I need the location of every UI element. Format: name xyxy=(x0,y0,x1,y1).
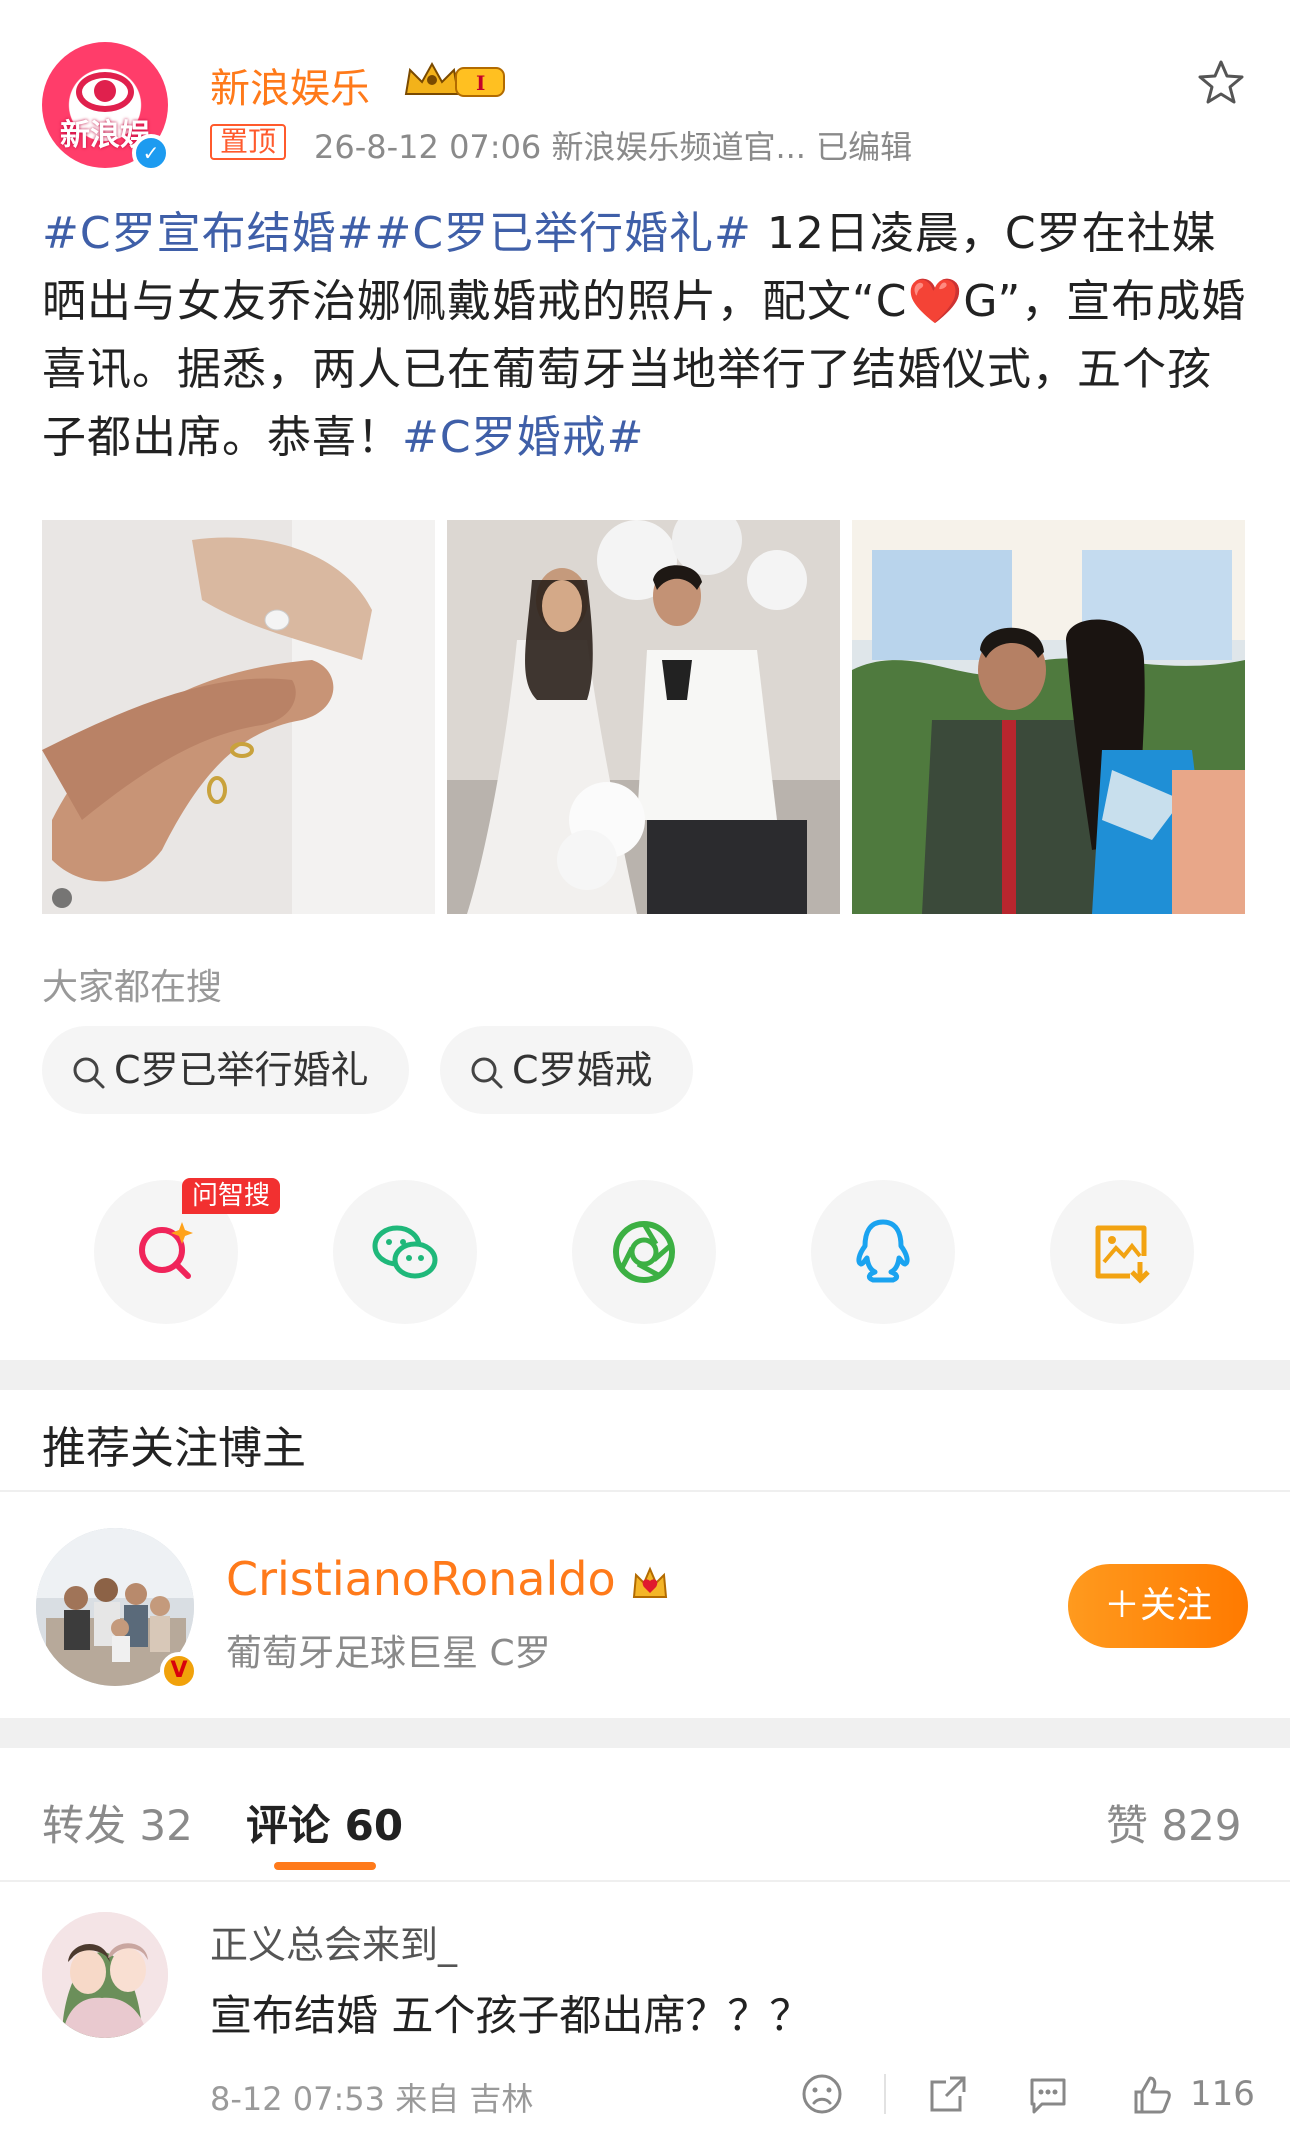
wechat-share-button[interactable] xyxy=(333,1180,477,1324)
save-image-icon xyxy=(1095,1225,1150,1284)
favorite-star-icon[interactable] xyxy=(1196,58,1246,108)
verified-badge: V xyxy=(160,1652,198,1690)
moments-share-button[interactable] xyxy=(572,1180,716,1324)
zhisou-badge: 问智搜 xyxy=(182,1178,281,1214)
divider xyxy=(0,1880,1290,1882)
recommend-title: 推荐关注博主 xyxy=(42,1423,306,1474)
search-chip-label: C罗婚戒 xyxy=(512,1048,653,1092)
wedding-couple-photo[interactable] xyxy=(447,520,840,914)
wechat-icon xyxy=(372,1225,438,1279)
reply-icon[interactable] xyxy=(1026,2072,1070,2116)
pinned-badge: 置顶 xyxy=(210,124,287,160)
photo-grid xyxy=(42,520,1246,914)
dislike-face-icon[interactable] xyxy=(800,2072,844,2116)
vip-crown-icon: I xyxy=(404,61,505,97)
publisher-name[interactable]: 新浪娱乐 xyxy=(210,56,370,114)
recommended-user-desc: 葡萄牙足球巨星 C罗 xyxy=(226,1633,551,1674)
verified-badge-icon: ✓ xyxy=(132,134,170,172)
share-icon[interactable] xyxy=(926,2072,970,2116)
save-image-button[interactable] xyxy=(1050,1180,1194,1324)
vip-crown-icon xyxy=(633,1565,668,1598)
heart-emoji: ❤️ xyxy=(907,276,964,327)
comment-text: 宣布结婚 五个孩子都出席？？？ xyxy=(210,1991,812,2040)
qq-icon xyxy=(856,1219,910,1283)
tab-like[interactable]: 赞 829 xyxy=(1106,1792,1242,1853)
commenter-avatar[interactable] xyxy=(42,1912,168,2038)
section-divider xyxy=(0,1718,1290,1748)
follow-button[interactable]: ＋关注 xyxy=(1068,1564,1248,1648)
hashtag-link[interactable]: #C罗宣布结婚##C罗已举行婚礼# xyxy=(42,208,752,259)
search-chip[interactable]: C罗已举行婚礼 xyxy=(42,1026,409,1114)
tab-repost[interactable]: 转发 32 xyxy=(42,1792,193,1853)
divider xyxy=(0,1490,1290,1492)
search-icon xyxy=(73,1057,105,1088)
hashtag-link[interactable]: #C罗婚戒# xyxy=(402,412,644,463)
ai-search-icon xyxy=(139,1222,193,1279)
comment-meta: 8-12 07:53 来自 吉林 xyxy=(210,2080,534,2118)
post-body: #C罗宣布结婚##C罗已举行婚礼# 12日凌晨，C罗在社媒晒出与女友乔治娜佩戴婚… xyxy=(42,200,1252,472)
hands-with-rings-photo[interactable] xyxy=(42,520,435,914)
couple-outdoor-photo[interactable] xyxy=(852,520,1245,914)
post-meta: 26-8-12 07:06 新浪娱乐频道官... 已编辑 xyxy=(314,128,913,166)
search-icon xyxy=(471,1057,503,1088)
recommended-user-name-text: CristianoRonaldo xyxy=(226,1552,616,1606)
active-tab-indicator xyxy=(274,1862,376,1870)
like-thumb-icon[interactable] xyxy=(1130,2072,1174,2116)
divider xyxy=(884,2074,886,2114)
search-chip[interactable]: C罗婚戒 xyxy=(440,1026,693,1114)
moments-icon xyxy=(613,1221,675,1283)
svg-text:I: I xyxy=(476,71,485,95)
qq-share-button[interactable] xyxy=(811,1180,955,1324)
comment-like-count: 116 xyxy=(1190,2074,1255,2114)
search-chip-label: C罗已举行婚礼 xyxy=(114,1048,369,1092)
section-divider xyxy=(0,1360,1290,1390)
recommended-user-name[interactable]: CristianoRonaldo xyxy=(226,1552,670,1606)
tab-comment[interactable]: 评论 60 xyxy=(246,1792,403,1853)
trending-search-label: 大家都在搜 xyxy=(42,967,223,1008)
commenter-name[interactable]: 正义总会来到_ xyxy=(210,1914,457,1969)
logo-pupil-shape xyxy=(94,80,116,102)
